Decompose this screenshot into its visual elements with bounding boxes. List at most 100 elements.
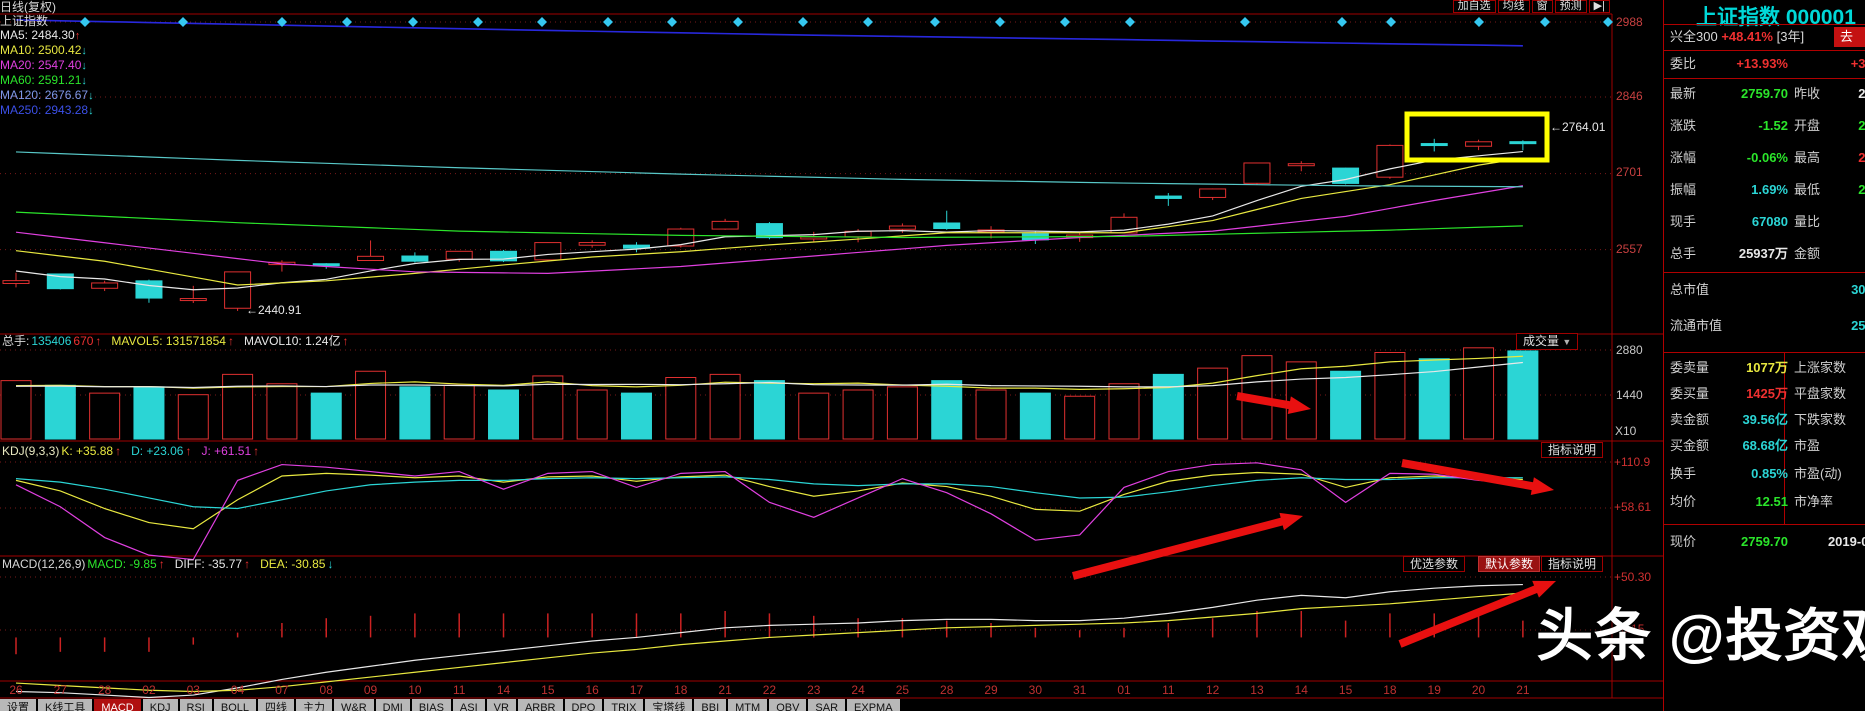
date-label: 23 [807,683,821,697]
quote-value: 67080 [1751,214,1788,229]
quote-label: 现价 [1670,534,1697,549]
date-label: 13 [1250,683,1264,697]
fund-change: +48.41% [1721,29,1773,44]
volume-bar [133,386,165,440]
date-label: 18 [1383,683,1397,697]
candlestick [711,220,739,230]
quote-label-2: 开盘 [1794,118,1821,133]
quote-value-2: 2019-02- [1827,534,1865,549]
tab-indicator-k线工具[interactable]: K线工具 [38,699,93,711]
tab-indicator-boll[interactable]: BOLL [213,699,256,711]
quote-label: 涨跌 [1670,118,1697,133]
highlight-box [1404,111,1550,163]
kdj-help-button[interactable]: 指标说明 [1541,442,1604,458]
quote-label: 流通市值 [1670,318,1723,333]
macd-help-button[interactable]: 指标说明 [1541,556,1604,572]
fund-go-button[interactable]: 去 [1834,27,1865,47]
ma-toggle-button[interactable]: 均线 [1497,0,1530,13]
candlestick [1154,195,1182,199]
indicator-value: ↑ [185,444,192,458]
tab-indicator-dpo[interactable]: DPO [564,699,603,711]
macd-preferred-params-button[interactable]: 优选参数 [1403,556,1466,572]
date-label: 12 [1205,683,1220,697]
date-label: 03 [186,683,200,697]
tab-indicator-sar[interactable]: SAR [808,699,846,711]
window-button[interactable]: 窗 [1531,0,1553,13]
quote-value: 39.56亿 [1742,412,1788,427]
volume-type-dropdown[interactable]: 成交量 ▼ [1516,333,1579,350]
tab-indicator-arbr[interactable]: ARBR [517,699,563,711]
forecast-button[interactable]: 预测 [1554,0,1587,13]
volume-axis-label: 2880 [1616,343,1643,357]
fund-name: 兴全300 [1670,29,1722,44]
macd-header: MACD(12,26,9) MACD: -9.85 ↑ DIFF: -35.77 ↑… [2,557,343,572]
date-label: 10 [408,683,422,697]
tab-indicator-macd[interactable]: MACD [94,699,141,711]
tab-indicator-kdj[interactable]: KDJ [142,699,178,711]
collapse-panel-button[interactable]: ▶| [1588,0,1610,13]
indicator-value: DIFF: -35.77 [174,557,243,571]
divider [1664,272,1865,273]
quote-row: 涨跌 -1.52 开盘 275 [1670,116,1865,136]
volume-bar [886,386,918,440]
tab-indicator-mtm[interactable]: MTM [728,699,768,711]
quote-value-2: 274 [1858,182,1865,197]
candlestick [135,280,163,299]
tab-indicator-obv[interactable]: OBV [769,699,807,711]
tab-indicator-主力[interactable]: 主力 [296,699,332,711]
tab-indicator-rsi[interactable]: RSI [179,699,212,711]
candlestick [1509,141,1537,145]
add-watchlist-button[interactable]: 加自选 [1452,0,1496,13]
indicator-value: J: +61.51 [201,444,252,458]
indicator-value: ↑ [95,334,102,348]
candlestick [1376,144,1404,178]
indicator-value: ↑ [227,334,234,348]
trend-arrow-icon: ↓ [88,90,94,102]
date-label: 15 [541,683,555,697]
tab-indicator-四线[interactable]: 四线 [258,699,294,711]
volume-unit-label: X10 [1615,424,1637,438]
divider [1664,524,1865,525]
quote-row: 委卖量 1077万 上涨家数 [1670,358,1865,378]
quote-row: 总手25937万金额21 [1670,244,1865,264]
date-label: 19 [1427,683,1441,697]
tab-indicator-bias[interactable]: BIAS [411,699,451,711]
ma-legend-item: MA60: 2591.21↓ [0,73,1599,88]
date-label: 21 [1516,683,1530,697]
tab-indicator-设置[interactable]: 设置 [0,699,36,711]
candlestick [1199,188,1227,198]
date-label: 11 [1162,683,1175,697]
kdj-axis-label: +58.61 [1614,500,1652,514]
macd-default-params-button[interactable]: 默认参数 [1478,556,1541,572]
indicator-tab-bar: 设置 K线工具 MACD KDJ RSI BOLL 四线 主力 W&R DMI BIAS ASI VR A… [0,699,900,711]
date-label: 01 [1117,683,1131,697]
tab-indicator-trix[interactable]: TRIX [604,699,644,711]
quote-row: 振幅 1.69% 最低 274 [1670,180,1865,200]
tab-indicator-w&r[interactable]: W&R [334,699,374,711]
volume-bar [798,392,830,440]
date-label: 21 [718,683,732,697]
divider [1664,78,1865,79]
volume-axis-label: 1440 [1616,388,1643,402]
quote-label-2: 平盘家数 [1794,386,1847,401]
quote-row: 均价 12.51 市净率 [1670,492,1865,512]
candlestick [1287,163,1315,167]
tab-indicator-vr[interactable]: VR [486,699,516,711]
tab-indicator-宝塔线[interactable]: 宝塔线 [645,699,693,711]
volume-bar [310,392,342,440]
quote-value: +13.93% [1736,56,1788,71]
trend-arrow-icon: ↓ [88,105,94,117]
volume-bar [355,370,387,440]
indicator-value: ↑ [342,334,349,348]
date-label: 14 [496,683,511,697]
fund-promo-row: 兴全300 +48.41% [3年] 去 [1670,27,1865,47]
tab-indicator-bbi[interactable]: BBI [694,699,727,711]
date-label: 08 [319,683,333,697]
candlestick [2,280,30,284]
tab-indicator-expma[interactable]: EXPMA [847,699,900,711]
volume-bar [620,392,652,440]
tab-indicator-asi[interactable]: ASI [452,699,485,711]
tab-indicator-dmi[interactable]: DMI [375,699,410,711]
quote-row: 卖金额 39.56亿 下跌家数 [1670,410,1865,430]
date-label: 22 [762,683,777,697]
